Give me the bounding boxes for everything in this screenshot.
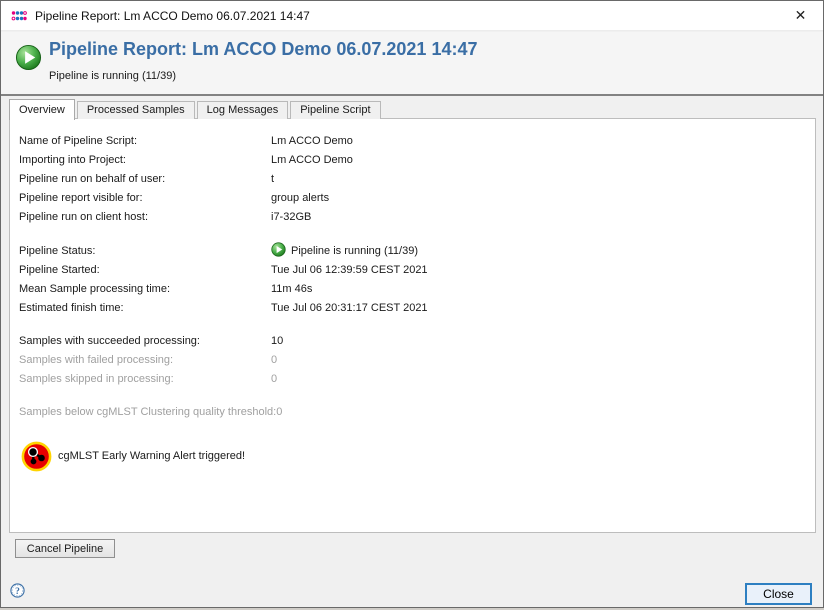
cancel-pipeline-button[interactable]: Cancel Pipeline [15,539,115,558]
field-value: 0 [271,351,277,370]
pipeline-running-icon [15,44,42,71]
header-separator [1,94,823,96]
field-value: 0 [276,403,282,422]
tab-log-messages[interactable]: Log Messages [197,101,289,119]
pipeline-report-dialog: Pipeline Report: Lm ACCO Demo 06.07.2021… [0,0,824,608]
field-value: i7-32GB [271,208,311,227]
field-label: Mean Sample processing time: [19,280,271,299]
report-subtitle: Pipeline is running (11/39) [49,70,176,82]
field-label: Pipeline run on client host: [19,208,271,227]
cgmlst-alert-text: cgMLST Early Warning Alert triggered! [58,450,245,462]
field-label: Pipeline Started: [19,261,271,280]
count-rows: Samples with succeeded processing:10Samp… [19,332,815,389]
field-row: Name of Pipeline Script:Lm ACCO Demo [19,132,815,151]
field-row: Pipeline report visible for:group alerts [19,189,815,208]
field-row: Estimated finish time:Tue Jul 06 20:31:1… [19,299,815,318]
tab-processed-samples[interactable]: Processed Samples [77,101,195,119]
field-value: t [271,170,274,189]
field-value: Tue Jul 06 12:39:59 CEST 2021 [271,261,428,280]
field-label: Samples with failed processing: [19,351,271,370]
field-label: Pipeline run on behalf of user: [19,170,271,189]
field-value: Lm ACCO Demo [271,132,353,151]
field-value: 10 [271,332,283,351]
cgmlst-alert-icon [21,441,52,472]
app-icon [11,8,27,24]
svg-text:?: ? [15,587,20,597]
report-title: Pipeline Report: Lm ACCO Demo 06.07.2021… [49,39,477,60]
field-row: Samples below cgMLST Clustering quality … [19,403,815,422]
window-close-icon[interactable]: ✕ [778,1,823,30]
field-label: Pipeline report visible for: [19,189,271,208]
threshold-row: Samples below cgMLST Clustering quality … [19,403,815,422]
field-label: Importing into Project: [19,151,271,170]
overview-tab-panel: Name of Pipeline Script:Lm ACCO DemoImpo… [9,118,816,533]
field-row: Pipeline Status:Pipeline is running (11/… [19,242,815,261]
status-running-icon [271,245,291,257]
field-row: Samples with failed processing:0 [19,351,815,370]
tab-overview[interactable]: Overview [9,99,75,120]
field-row: Pipeline run on client host:i7-32GB [19,208,815,227]
field-row: Samples skipped in processing:0 [19,370,815,389]
report-header: Pipeline Report: Lm ACCO Demo 06.07.2021… [1,32,823,94]
tab-pipeline-script[interactable]: Pipeline Script [290,101,380,119]
info-rows: Name of Pipeline Script:Lm ACCO DemoImpo… [19,132,815,227]
close-button[interactable]: Close [745,583,812,605]
field-label: Samples skipped in processing: [19,370,271,389]
field-label: Samples with succeeded processing: [19,332,271,351]
window-title: Pipeline Report: Lm ACCO Demo 06.07.2021… [35,9,310,23]
field-row: Importing into Project:Lm ACCO Demo [19,151,815,170]
field-value: Tue Jul 06 20:31:17 CEST 2021 [271,299,428,318]
field-label: Name of Pipeline Script: [19,132,271,151]
field-row: Mean Sample processing time:11m 46s [19,280,815,299]
field-label: Estimated finish time: [19,299,271,318]
field-label: Samples below cgMLST Clustering quality … [19,403,276,422]
field-value: 0 [271,370,277,389]
field-value: 11m 46s [271,280,312,299]
help-icon[interactable]: ? [10,583,25,598]
field-value: Pipeline is running (11/39) [271,242,418,261]
field-row: Pipeline Started:Tue Jul 06 12:39:59 CES… [19,261,815,280]
field-label: Pipeline Status: [19,242,271,261]
field-row: Pipeline run on behalf of user:t [19,170,815,189]
status-rows: Pipeline Status:Pipeline is running (11/… [19,242,815,318]
tabstrip: OverviewProcessed SamplesLog MessagesPip… [9,98,383,119]
field-row: Samples with succeeded processing:10 [19,332,815,351]
field-value: group alerts [271,189,329,208]
cgmlst-alert-row: cgMLST Early Warning Alert triggered! [19,440,815,472]
titlebar: Pipeline Report: Lm ACCO Demo 06.07.2021… [1,1,823,31]
field-value: Lm ACCO Demo [271,151,353,170]
